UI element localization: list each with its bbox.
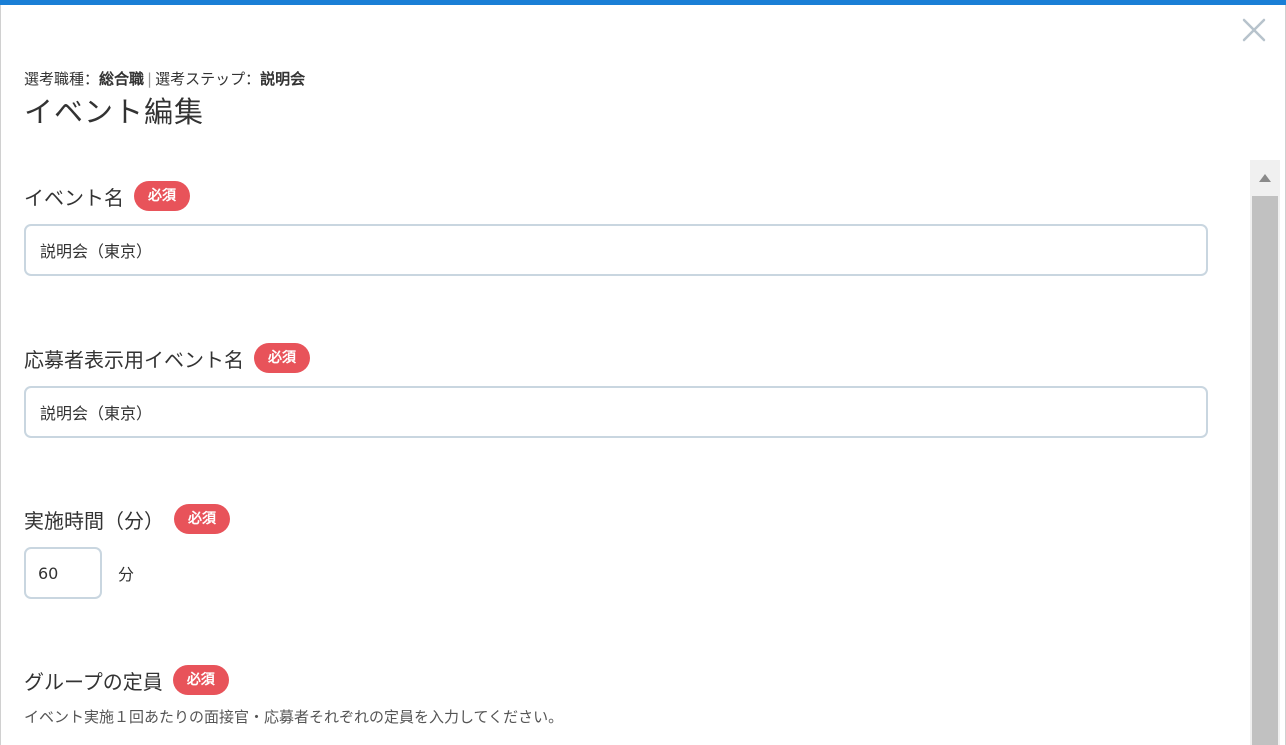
step-value: 説明会 — [260, 70, 306, 88]
duration-input[interactable] — [24, 547, 102, 599]
display-name-field: 応募者表示用イベント名 必須 — [24, 342, 1208, 438]
scroll-up-button[interactable] — [1250, 160, 1280, 196]
job-type-label: 選考職種： — [24, 70, 100, 88]
required-badge: 必須 — [254, 343, 310, 373]
duration-input-row: 分 — [24, 547, 230, 599]
event-name-label-row: イベント名 必須 — [24, 180, 1208, 212]
modal-header: 選考職種：総合職 | 選考ステップ：説明会 イベント編集 — [24, 68, 305, 130]
duration-field: 実施時間（分） 必須 分 — [24, 503, 230, 599]
required-badge: 必須 — [172, 665, 229, 695]
required-badge: 必須 — [134, 181, 190, 211]
scrollbar-thumb[interactable] — [1252, 196, 1278, 745]
event-name-field: イベント名 必須 — [24, 180, 1208, 276]
capacity-label-row: グループの定員 必須 — [24, 664, 563, 696]
capacity-help-text: イベント実施１回あたりの面接官・応募者それぞれの定員を入力してください。 — [24, 708, 564, 726]
close-icon — [1242, 18, 1266, 42]
display-name-input[interactable] — [24, 386, 1208, 438]
duration-label-row: 実施時間（分） 必須 — [24, 503, 230, 535]
capacity-label: グループの定員 — [24, 669, 163, 694]
vertical-scrollbar[interactable] — [1250, 160, 1280, 745]
duration-unit: 分 — [118, 565, 135, 584]
capacity-field: グループの定員 必須 イベント実施１回あたりの面接官・応募者それぞれの定員を入力… — [24, 664, 563, 727]
close-button[interactable] — [1240, 16, 1268, 44]
display-name-label-row: 応募者表示用イベント名 必須 — [24, 342, 1208, 374]
breadcrumb-separator: | — [147, 70, 153, 88]
job-type-value: 総合職 — [99, 70, 145, 88]
page-title: イベント編集 — [24, 95, 205, 129]
triangle-up-icon — [1259, 174, 1271, 182]
event-name-input[interactable] — [24, 224, 1208, 276]
step-label: 選考ステップ： — [155, 70, 261, 88]
required-badge: 必須 — [174, 504, 230, 534]
display-name-label: 応募者表示用イベント名 — [24, 347, 244, 372]
form-scroll-area: イベント名 必須 応募者表示用イベント名 必須 実施時間（分） 必須 分 グルー… — [0, 160, 1250, 745]
event-name-label: イベント名 — [24, 185, 124, 210]
breadcrumb: 選考職種：総合職 | 選考ステップ：説明会 — [24, 68, 305, 90]
duration-label: 実施時間（分） — [24, 508, 164, 533]
